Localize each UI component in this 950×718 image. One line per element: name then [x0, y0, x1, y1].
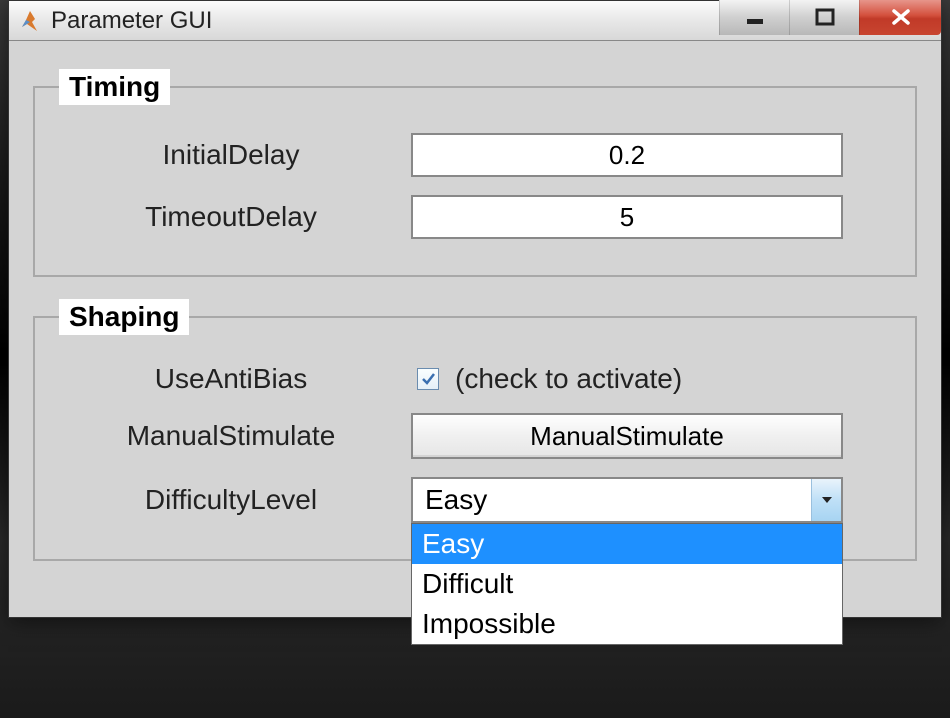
difficulty-level-dropdown-wrap: Easy Easy Difficult Impossible: [411, 477, 843, 523]
checkmark-icon: [420, 371, 436, 387]
timing-legend: Timing: [59, 69, 170, 105]
close-icon: [890, 8, 912, 26]
timeout-delay-label: TimeoutDelay: [51, 201, 411, 233]
difficulty-option-impossible[interactable]: Impossible: [412, 604, 842, 644]
use-antibias-hint: (check to activate): [455, 363, 682, 395]
shaping-legend: Shaping: [59, 299, 189, 335]
close-button[interactable]: [859, 0, 941, 35]
difficulty-level-selected: Easy: [425, 484, 487, 516]
timing-group: Timing InitialDelay TimeoutDelay: [33, 69, 917, 277]
minimize-button[interactable]: [719, 0, 789, 35]
window-controls: [719, 0, 941, 35]
use-antibias-row: UseAntiBias (check to activate): [51, 363, 899, 395]
minimize-icon: [745, 8, 765, 26]
difficulty-option-easy[interactable]: Easy: [412, 524, 842, 564]
chevron-down-icon: [822, 497, 832, 503]
difficulty-level-label: DifficultyLevel: [51, 484, 411, 516]
maximize-button[interactable]: [789, 0, 859, 35]
parameter-gui-window: Parameter GUI Timing InitialDelay: [8, 0, 942, 618]
window-body: Timing InitialDelay TimeoutDelay Shaping…: [9, 41, 941, 617]
dropdown-arrow: [811, 479, 841, 521]
difficulty-level-row: DifficultyLevel Easy Easy Difficult Im: [51, 477, 899, 523]
manual-stimulate-row: ManualStimulate ManualStimulate: [51, 413, 899, 459]
initial-delay-row: InitialDelay: [51, 133, 899, 177]
initial-delay-label: InitialDelay: [51, 139, 411, 171]
matlab-icon: [19, 9, 43, 33]
manual-stimulate-label: ManualStimulate: [51, 420, 411, 452]
difficulty-level-options: Easy Difficult Impossible: [411, 523, 843, 645]
shaping-group: Shaping UseAntiBias (check to activate) …: [33, 299, 917, 561]
initial-delay-input[interactable]: [411, 133, 843, 177]
maximize-icon: [815, 8, 835, 26]
manual-stimulate-button[interactable]: ManualStimulate: [411, 413, 843, 459]
timeout-delay-input[interactable]: [411, 195, 843, 239]
difficulty-option-difficult[interactable]: Difficult: [412, 564, 842, 604]
use-antibias-label: UseAntiBias: [51, 363, 411, 395]
timeout-delay-row: TimeoutDelay: [51, 195, 899, 239]
difficulty-level-dropdown[interactable]: Easy: [411, 477, 843, 523]
use-antibias-checkbox[interactable]: [417, 368, 439, 390]
titlebar[interactable]: Parameter GUI: [9, 1, 941, 41]
